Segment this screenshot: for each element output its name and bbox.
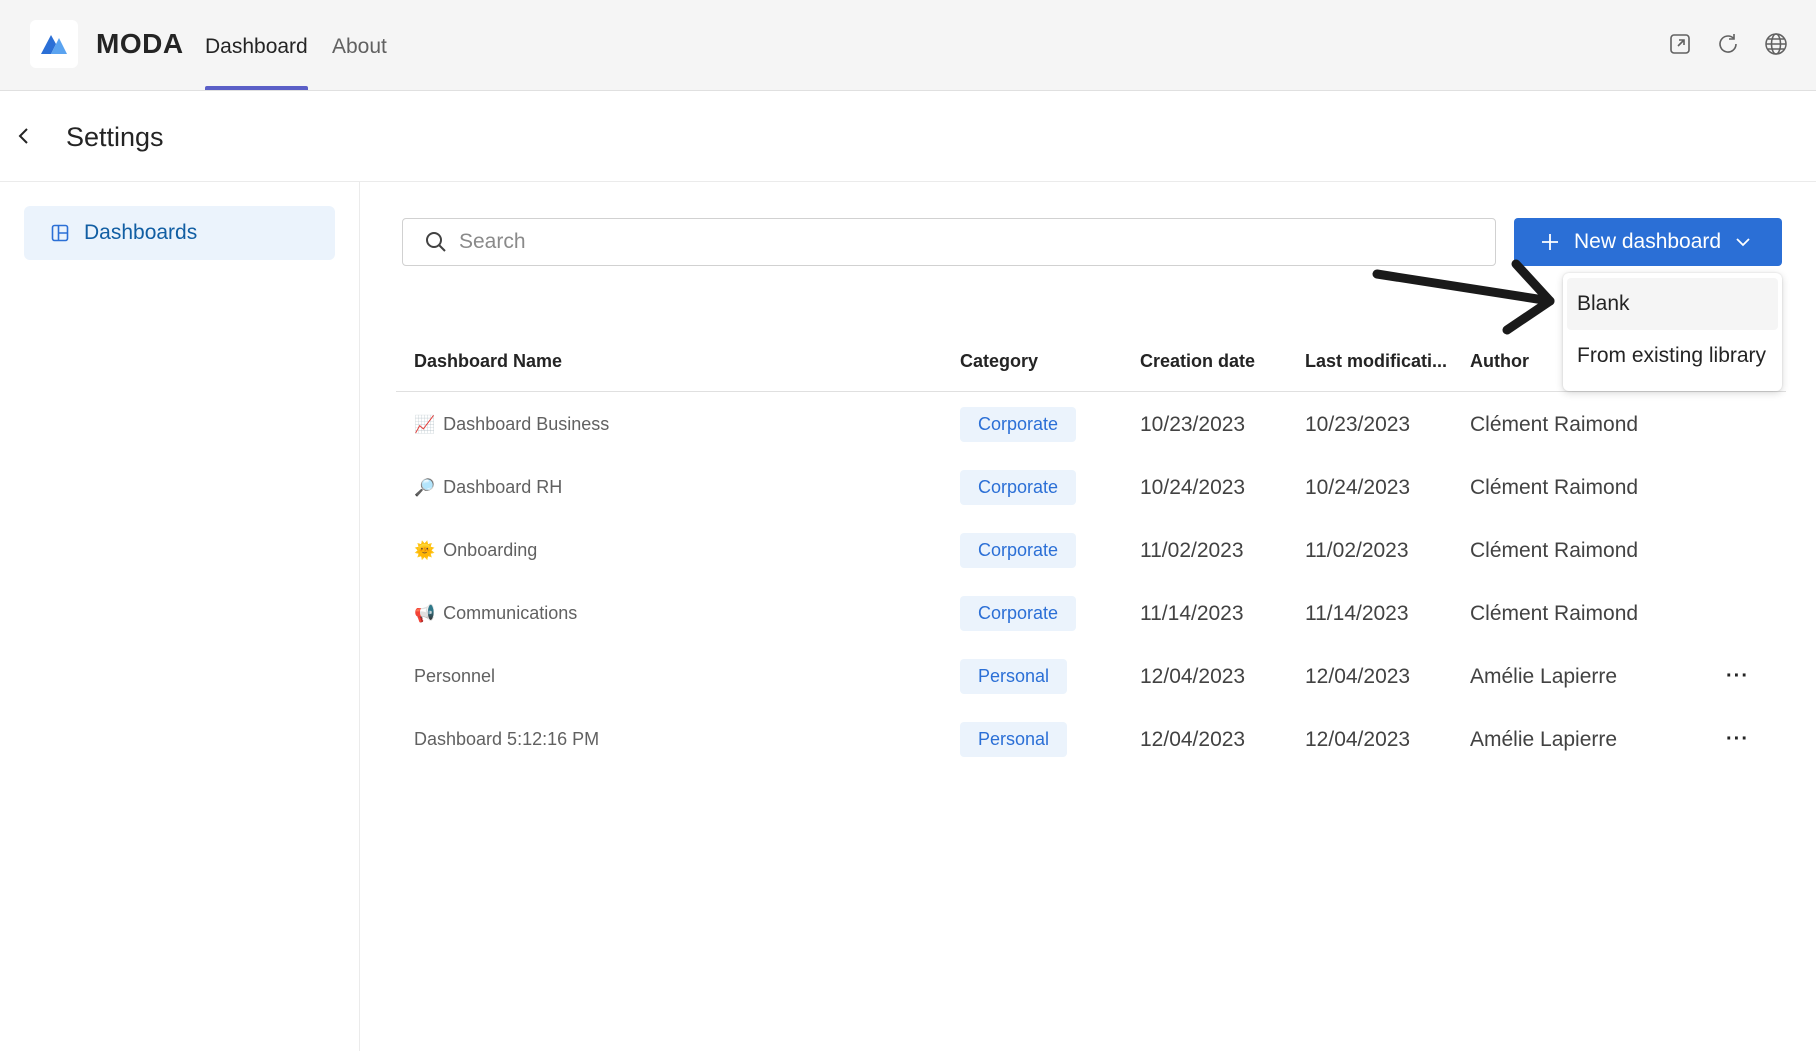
sun-emoji-icon: 🌞 [414, 540, 436, 560]
moda-logo [30, 20, 78, 68]
sidebar: Dashboards [0, 182, 360, 1051]
dashboard-name-cell[interactable]: 📈 Dashboard Business [414, 393, 609, 456]
megaphone-emoji-icon: 📢 [414, 603, 436, 623]
category-badge: Corporate [960, 533, 1077, 568]
creation-date: 11/02/2023 [1140, 538, 1244, 562]
dashboard-name-cell[interactable]: 🌞 Onboarding [414, 519, 537, 582]
annotation-arrow-icon [1372, 259, 1555, 335]
category-cell: Corporate [960, 456, 1077, 519]
table-row[interactable]: 📢 Communications Corporate 11/14/2023 11… [396, 582, 1786, 645]
dashboard-name-cell[interactable]: Dashboard 5:12:16 PM [414, 708, 599, 771]
more-options-button[interactable]: ··· [1726, 645, 1749, 708]
column-header-name[interactable]: Dashboard Name [414, 330, 562, 392]
search-box[interactable] [402, 218, 1496, 266]
author: Amélie Lapierre [1470, 664, 1618, 688]
category-cell: Corporate [960, 519, 1077, 582]
category-badge: Corporate [960, 407, 1077, 442]
search-input[interactable] [459, 230, 1459, 254]
modification-date: 12/04/2023 [1305, 664, 1411, 688]
settings-header: Settings [0, 92, 1816, 182]
creation-date: 12/04/2023 [1140, 664, 1246, 688]
dashboard-name-cell[interactable]: Personnel [414, 645, 495, 708]
tab-about[interactable]: About [332, 35, 387, 59]
table-row[interactable]: 📈 Dashboard Business Corporate 10/23/202… [396, 393, 1786, 456]
modification-date: 10/23/2023 [1305, 412, 1411, 436]
author: Clément Raimond [1470, 412, 1639, 436]
author: Clément Raimond [1470, 601, 1639, 625]
chevron-down-icon [1735, 237, 1751, 247]
plus-icon [1542, 234, 1558, 250]
category-cell: Corporate [960, 393, 1077, 456]
dashboard-name: Onboarding [443, 540, 538, 560]
creation-date: 12/04/2023 [1140, 727, 1246, 751]
table-row[interactable]: Dashboard 5:12:16 PM Personal 12/04/2023… [396, 708, 1786, 771]
refresh-icon[interactable] [1714, 30, 1742, 58]
column-header-last-modification[interactable]: Last modificati... [1305, 330, 1447, 392]
dashboard-name: Communications [443, 603, 578, 623]
table-row[interactable]: 🔎 Dashboard RH Corporate 10/24/2023 10/2… [396, 456, 1786, 519]
dashboard-name: Dashboard 5:12:16 PM [414, 729, 600, 749]
category-badge: Personal [960, 722, 1068, 757]
dashboard-name: Personnel [414, 666, 496, 686]
magnifier-emoji-icon: 🔎 [414, 477, 436, 497]
modification-date: 12/04/2023 [1305, 727, 1411, 751]
top-bar: MODA Dashboard About [0, 0, 1816, 91]
new-dashboard-label: New dashboard [1574, 230, 1722, 253]
dashboard-name-cell[interactable]: 📢 Communications [414, 582, 577, 645]
sidebar-item-dashboards[interactable]: Dashboards [24, 206, 335, 260]
chevron-left-icon [18, 128, 28, 144]
dashboard-grid-icon [51, 224, 69, 242]
page-title: Settings [66, 122, 164, 152]
dashboard-name: Dashboard Business [443, 414, 610, 434]
category-cell: Personal [960, 708, 1068, 771]
menu-item-from-existing-library[interactable]: From existing library [1567, 330, 1778, 382]
back-button[interactable] [10, 122, 38, 150]
column-header-author[interactable]: Author [1470, 330, 1529, 392]
author: Clément Raimond [1470, 538, 1639, 562]
creation-date: 10/23/2023 [1140, 412, 1246, 436]
modification-date: 11/02/2023 [1305, 538, 1409, 562]
new-dashboard-menu: Blank From existing library [1563, 273, 1782, 391]
dashboard-name: Dashboard RH [443, 477, 563, 497]
sidebar-item-label: Dashboards [84, 221, 198, 244]
menu-item-blank[interactable]: Blank [1567, 278, 1778, 330]
tab-dashboard[interactable]: Dashboard [205, 35, 308, 59]
more-options-button[interactable]: ··· [1726, 708, 1749, 771]
search-icon [426, 232, 446, 252]
table-row[interactable]: 🌞 Onboarding Corporate 11/02/2023 11/02/… [396, 519, 1786, 582]
author: Clément Raimond [1470, 475, 1639, 499]
table-row[interactable]: Personnel Personal 12/04/2023 12/04/2023… [396, 645, 1786, 708]
category-badge: Corporate [960, 470, 1077, 505]
active-tab-indicator [205, 86, 308, 90]
modification-date: 10/24/2023 [1305, 475, 1411, 499]
category-badge: Corporate [960, 596, 1077, 631]
modification-date: 11/14/2023 [1305, 601, 1409, 625]
column-header-category[interactable]: Category [960, 330, 1038, 392]
creation-date: 10/24/2023 [1140, 475, 1246, 499]
category-badge: Personal [960, 659, 1068, 694]
category-cell: Personal [960, 645, 1068, 708]
column-header-creation-date[interactable]: Creation date [1140, 330, 1255, 392]
app-name: MODA [96, 28, 184, 59]
dashboard-name-cell[interactable]: 🔎 Dashboard RH [414, 456, 562, 519]
open-external-icon[interactable] [1666, 30, 1694, 58]
category-cell: Corporate [960, 582, 1077, 645]
moda-logo-icon [41, 35, 67, 54]
author: Amélie Lapierre [1470, 727, 1618, 751]
creation-date: 11/14/2023 [1140, 601, 1244, 625]
globe-icon[interactable] [1762, 30, 1790, 58]
chart-emoji-icon: 📈 [414, 414, 436, 434]
